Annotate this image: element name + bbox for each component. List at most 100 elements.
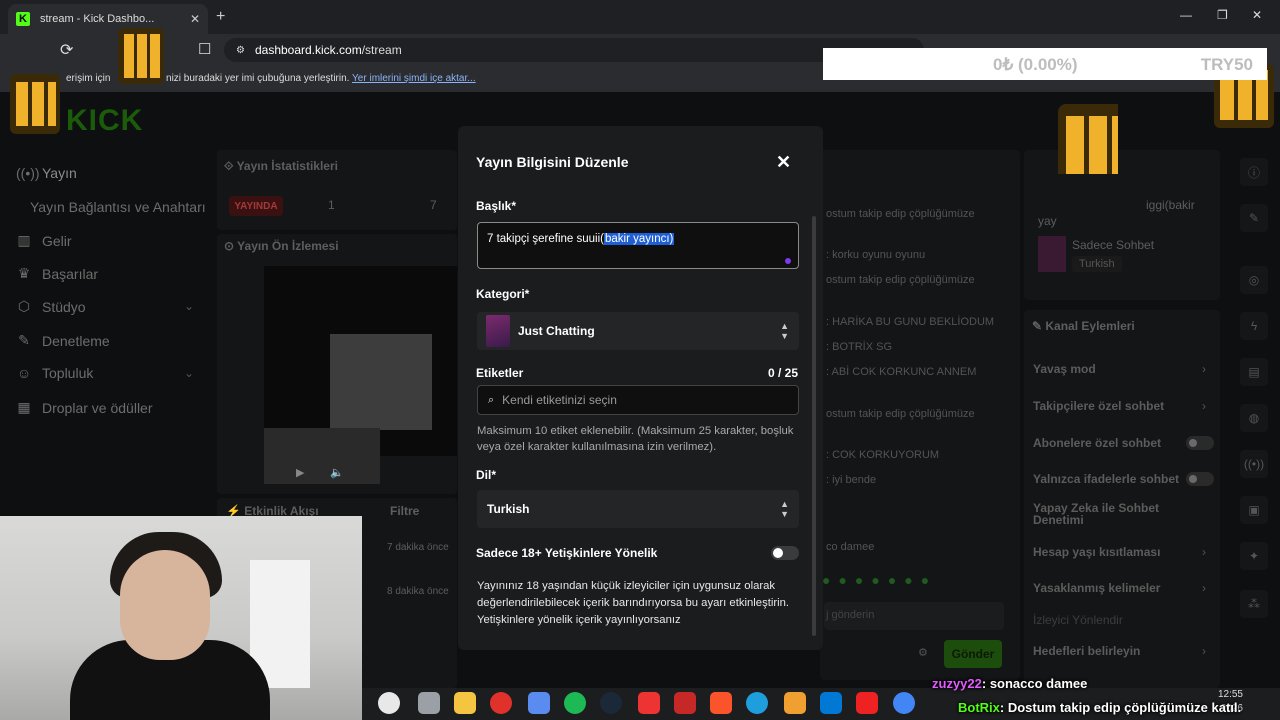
media-icon[interactable]: ▣ xyxy=(1240,496,1268,524)
subscribers-only-toggle[interactable] xyxy=(1186,436,1214,450)
chat-bubble-icon[interactable]: ◍ xyxy=(1240,404,1268,432)
overlay-chat-user: zuzyy22 xyxy=(932,676,982,691)
camera-icon[interactable]: ◎ xyxy=(1240,266,1268,294)
brave-icon[interactable] xyxy=(710,692,732,714)
chevron-right-icon: › xyxy=(1202,362,1206,376)
category-thumbnail xyxy=(486,315,510,347)
app-icon[interactable] xyxy=(674,692,696,714)
xampp-icon[interactable] xyxy=(784,692,806,714)
broadcast-icon: ((•)) xyxy=(16,165,40,181)
opera-icon[interactable] xyxy=(490,692,512,714)
chat-input[interactable]: j gönderin xyxy=(824,602,1004,630)
account-age-row[interactable]: Hesap yaşı kısıtlaması xyxy=(1033,545,1160,559)
settings-icon[interactable]: ⚙ xyxy=(918,646,928,659)
close-icon[interactable]: ✕ xyxy=(776,152,791,173)
spotify-icon[interactable] xyxy=(564,692,586,714)
stats-title: ⟐ Yayın İstatistikleri xyxy=(224,159,338,173)
chevron-right-icon: › xyxy=(1202,644,1206,658)
reload-icon[interactable]: ⟳ xyxy=(60,40,73,60)
close-tab-icon[interactable]: ✕ xyxy=(190,12,200,26)
url-domain: dashboard.kick.com xyxy=(254,43,362,57)
wrench-icon[interactable]: ✦ xyxy=(1240,542,1268,570)
edit-icon[interactable]: ✎ xyxy=(1240,204,1268,232)
gift-icon: ▦ xyxy=(17,399,31,415)
chart-icon: ▥ xyxy=(17,232,31,248)
bookmarks-hint: erişim için xyxy=(66,73,111,84)
followers-only-row[interactable]: Takipçilere özel sohbet xyxy=(1033,399,1164,413)
slow-mode-row[interactable]: Yavaş mod xyxy=(1033,362,1096,376)
bird-app-icon[interactable] xyxy=(378,692,400,714)
emotes-only-toggle[interactable] xyxy=(1186,472,1214,486)
sidebar-item-gelir[interactable]: ▥ Gelir xyxy=(16,232,72,249)
minimize-icon[interactable]: — xyxy=(1180,8,1192,22)
ai-moderation-row[interactable]: Yapay Zeka ile Sohbet Denetimi xyxy=(1033,502,1183,526)
sidebar-item-yayin[interactable]: ((•)) Yayın xyxy=(16,165,77,181)
select-arrows-icon: ▲ ▼ xyxy=(780,499,789,519)
category-select[interactable]: Just Chatting ▲ ▼ xyxy=(477,312,799,350)
chevron-down-icon[interactable]: ⌄ xyxy=(184,299,194,313)
send-button[interactable]: Gönder xyxy=(944,640,1002,668)
kick-logo: KICK xyxy=(66,104,144,137)
overlay-chat-line: zuzyy22: sonacco damee xyxy=(932,676,1087,691)
modal-scrollbar[interactable] xyxy=(812,216,816,636)
chevron-down-icon[interactable]: ⌄ xyxy=(184,366,194,380)
sidebar-item-studyo[interactable]: ⬡ Stüdyo xyxy=(16,298,86,315)
channel-actions-title-text: Kanal Eylemleri xyxy=(1045,319,1135,333)
close-window-icon[interactable]: ✕ xyxy=(1252,8,1262,22)
folder-icon[interactable] xyxy=(454,692,476,714)
bookmark-icon[interactable]: ☐ xyxy=(198,40,211,58)
url-field[interactable]: ⚙ dashboard.kick.com/stream xyxy=(224,38,924,62)
filter-button[interactable]: Filtre xyxy=(390,504,419,518)
info-icon[interactable]: ⓘ xyxy=(1240,158,1268,186)
play-icon[interactable]: ▶ xyxy=(296,466,304,479)
import-bookmarks-link[interactable]: Yer imlerini şimdi içe aktar... xyxy=(352,73,476,84)
chat-line: : BOTRİX SG xyxy=(826,341,893,353)
lightning-icon[interactable]: ϟ xyxy=(1240,312,1268,340)
sidebar-item-denetleme[interactable]: ✎ Denetleme xyxy=(16,332,110,349)
emotes-only-row: Yalnızca ifadelerle sohbet xyxy=(1033,472,1180,486)
steam-icon[interactable] xyxy=(600,692,622,714)
broadcast-icon[interactable]: ((•)) xyxy=(1240,450,1268,478)
trophy-icon: ♛ xyxy=(17,265,31,281)
stat-value-1: 1 xyxy=(328,198,335,212)
chat-line: : iyi bende xyxy=(826,474,877,486)
edit-stream-info-modal: Yayın Bilgisini Düzenle ✕ Başlık* 7 taki… xyxy=(458,126,823,650)
url-path: /stream xyxy=(361,43,402,57)
users-icon[interactable]: ⁂ xyxy=(1240,590,1268,618)
sidebar-item-label: Gelir xyxy=(42,232,72,249)
vivaldi-icon[interactable] xyxy=(856,692,878,714)
lantern-decoration xyxy=(118,28,164,84)
tags-count: 0 / 25 xyxy=(768,366,799,380)
chat-line: ostum takip edip çöplüğümüze xyxy=(826,408,975,420)
emote-row[interactable]: ●●●●●●● xyxy=(822,572,1002,590)
chevron-right-icon: › xyxy=(1202,399,1206,413)
notes-icon[interactable]: ▤ xyxy=(1240,358,1268,386)
tags-input[interactable]: ⌕ Kendi etiketinizi seçin xyxy=(477,385,799,415)
volume-icon[interactable]: 🔈 xyxy=(330,466,344,479)
site-info-icon[interactable]: ⚙ xyxy=(236,45,245,56)
set-goals-row[interactable]: Hedefleri belirleyin xyxy=(1033,644,1140,658)
copilot-icon[interactable] xyxy=(528,692,550,714)
window-app-icon[interactable] xyxy=(418,692,440,714)
stream-title-input[interactable]: 7 takipçi şerefine suuii(bakir yayıncı) xyxy=(477,222,799,269)
sidebar-item-basarilar[interactable]: ♛ Başarılar xyxy=(16,265,98,282)
language-value: Turkish xyxy=(487,502,530,516)
chevron-right-icon: › xyxy=(1202,581,1206,595)
viewer-redirect-row[interactable]: İzleyici Yönlendir xyxy=(1033,613,1123,627)
game-app-icon[interactable] xyxy=(638,692,660,714)
price-code: TRY50 xyxy=(1200,55,1253,74)
edge-icon[interactable] xyxy=(746,692,768,714)
sidebar-item-stream-key[interactable]: Yayın Bağlantısı ve Anahtarı xyxy=(30,199,206,215)
preview-title-text: Yayın Ön İzlemesi xyxy=(237,239,339,253)
maximize-icon[interactable]: ❐ xyxy=(1217,8,1228,22)
language-select[interactable]: Turkish ▲ ▼ xyxy=(477,490,799,528)
new-tab-icon[interactable]: + xyxy=(216,8,225,26)
sidebar-item-droplar[interactable]: ▦ Droplar ve ödüller xyxy=(16,399,152,416)
adult-content-toggle[interactable] xyxy=(771,546,799,560)
vscode-icon[interactable] xyxy=(820,692,842,714)
category-thumbnail xyxy=(1038,236,1066,272)
channel-title-snippet: iggi(bakir xyxy=(1146,198,1195,212)
banned-words-row[interactable]: Yasaklanmış kelimeler xyxy=(1033,581,1160,595)
chrome-icon[interactable] xyxy=(893,692,915,714)
sidebar-item-topluluk[interactable]: ☺ Topluluk xyxy=(16,365,94,381)
